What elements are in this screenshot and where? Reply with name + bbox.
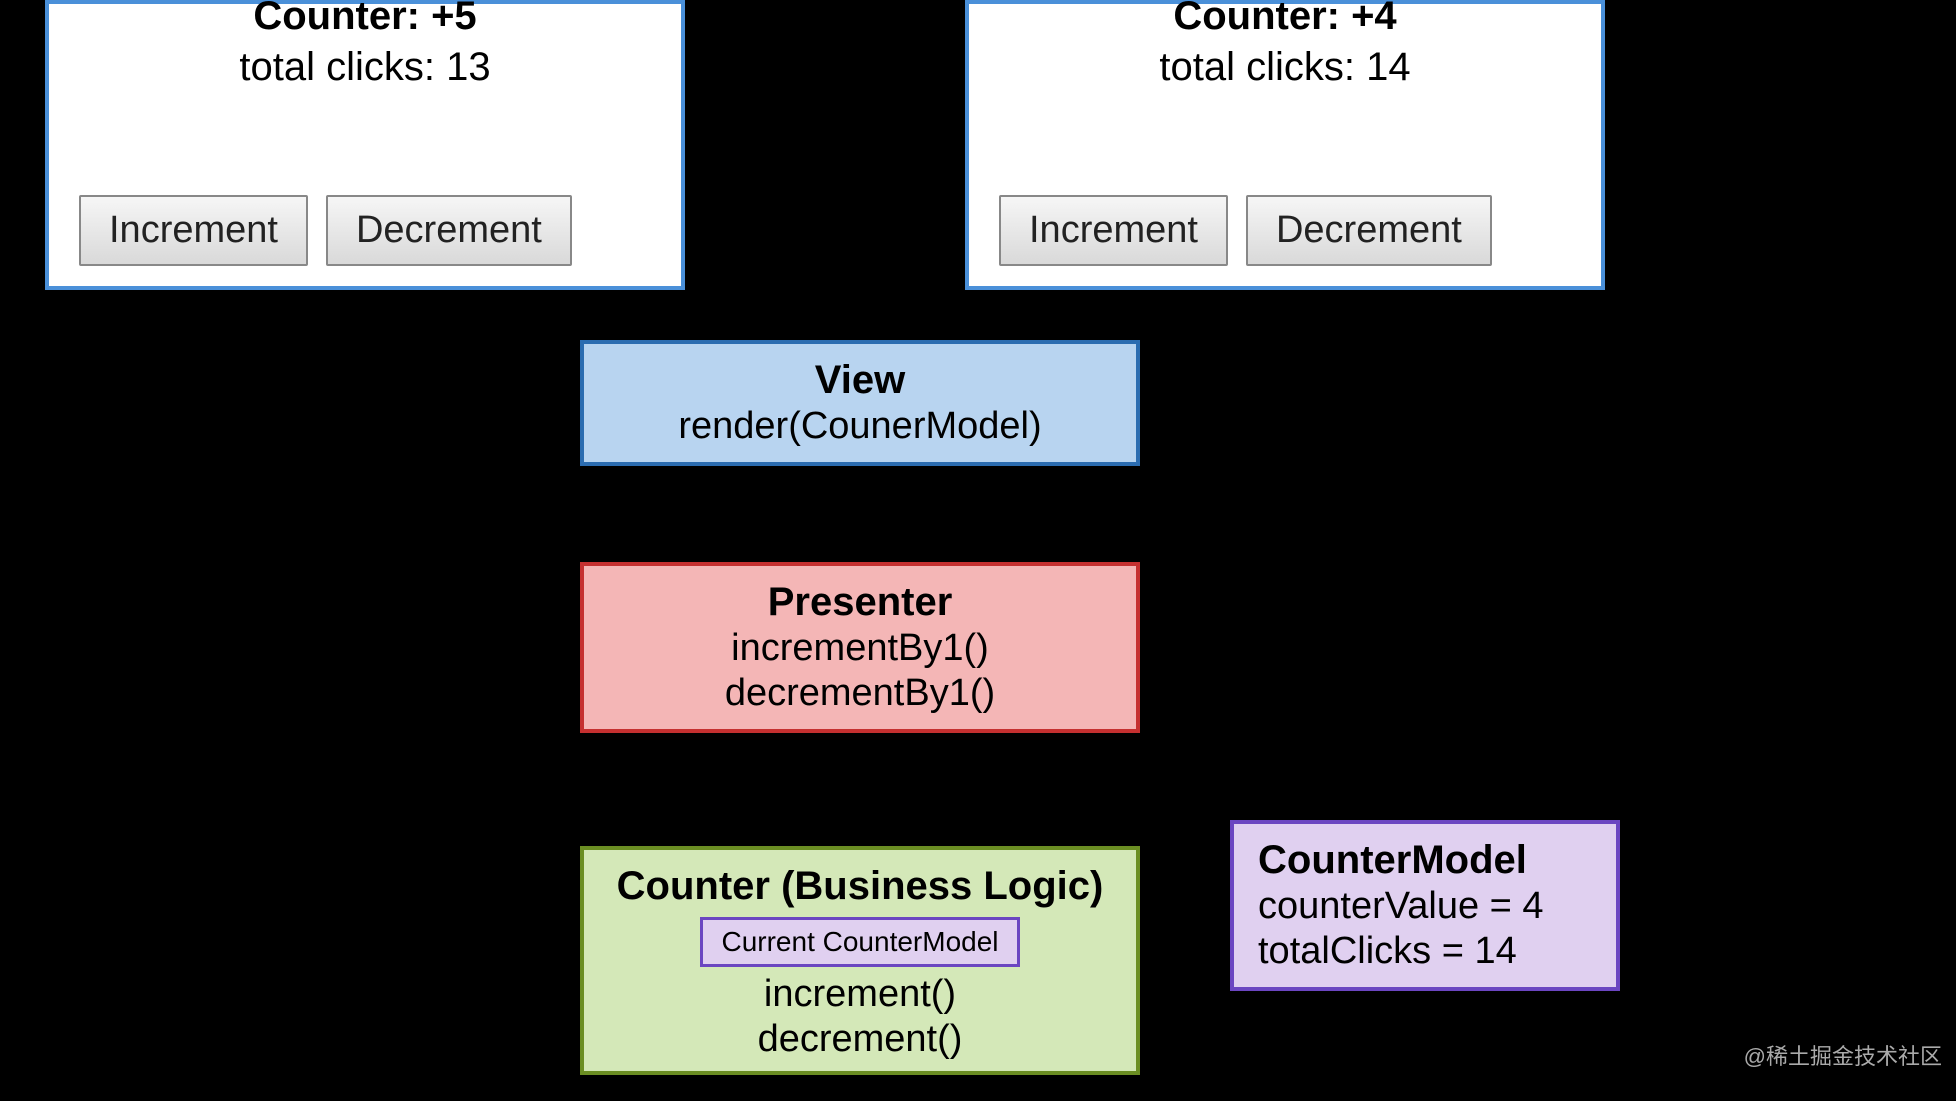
counter-logic-title: Counter (Business Logic) bbox=[608, 864, 1112, 909]
view-method: render(CounerModel) bbox=[608, 405, 1112, 448]
counter-subtitle: total clicks: 13 bbox=[69, 45, 661, 90]
decrement-button[interactable]: Decrement bbox=[1246, 195, 1492, 266]
view-box: View render(CounerModel) bbox=[580, 340, 1140, 466]
counter-logic-box: Counter (Business Logic) Current Counter… bbox=[580, 846, 1140, 1075]
countermodel-title: CounterModel bbox=[1258, 838, 1592, 883]
presenter-method-2: decrementBy1() bbox=[608, 672, 1112, 715]
counter-window-right: Counter: +4 total clicks: 14 Increment D… bbox=[965, 0, 1605, 290]
decrement-button[interactable]: Decrement bbox=[326, 195, 572, 266]
counter-subtitle: total clicks: 14 bbox=[989, 45, 1581, 90]
current-countermodel-chip: Current CounterModel bbox=[700, 917, 1019, 967]
view-title: View bbox=[608, 358, 1112, 403]
countermodel-field-1: counterValue = 4 bbox=[1258, 885, 1592, 928]
counter-window-left: Counter: +5 total clicks: 13 Increment D… bbox=[45, 0, 685, 290]
counter-title: Counter: +4 bbox=[989, 0, 1581, 39]
watermark: @稀土掘金技术社区 bbox=[1744, 1039, 1942, 1071]
counter-logic-method-1: increment() bbox=[608, 973, 1112, 1016]
presenter-box: Presenter incrementBy1() decrementBy1() bbox=[580, 562, 1140, 733]
counter-title: Counter: +5 bbox=[69, 0, 661, 39]
counter-logic-method-2: decrement() bbox=[608, 1018, 1112, 1061]
presenter-title: Presenter bbox=[608, 580, 1112, 625]
countermodel-box: CounterModel counterValue = 4 totalClick… bbox=[1230, 820, 1620, 991]
button-row: Increment Decrement bbox=[999, 195, 1492, 266]
button-row: Increment Decrement bbox=[79, 195, 572, 266]
countermodel-field-2: totalClicks = 14 bbox=[1258, 930, 1592, 973]
increment-button[interactable]: Increment bbox=[999, 195, 1228, 266]
increment-button[interactable]: Increment bbox=[79, 195, 308, 266]
presenter-method-1: incrementBy1() bbox=[608, 627, 1112, 670]
